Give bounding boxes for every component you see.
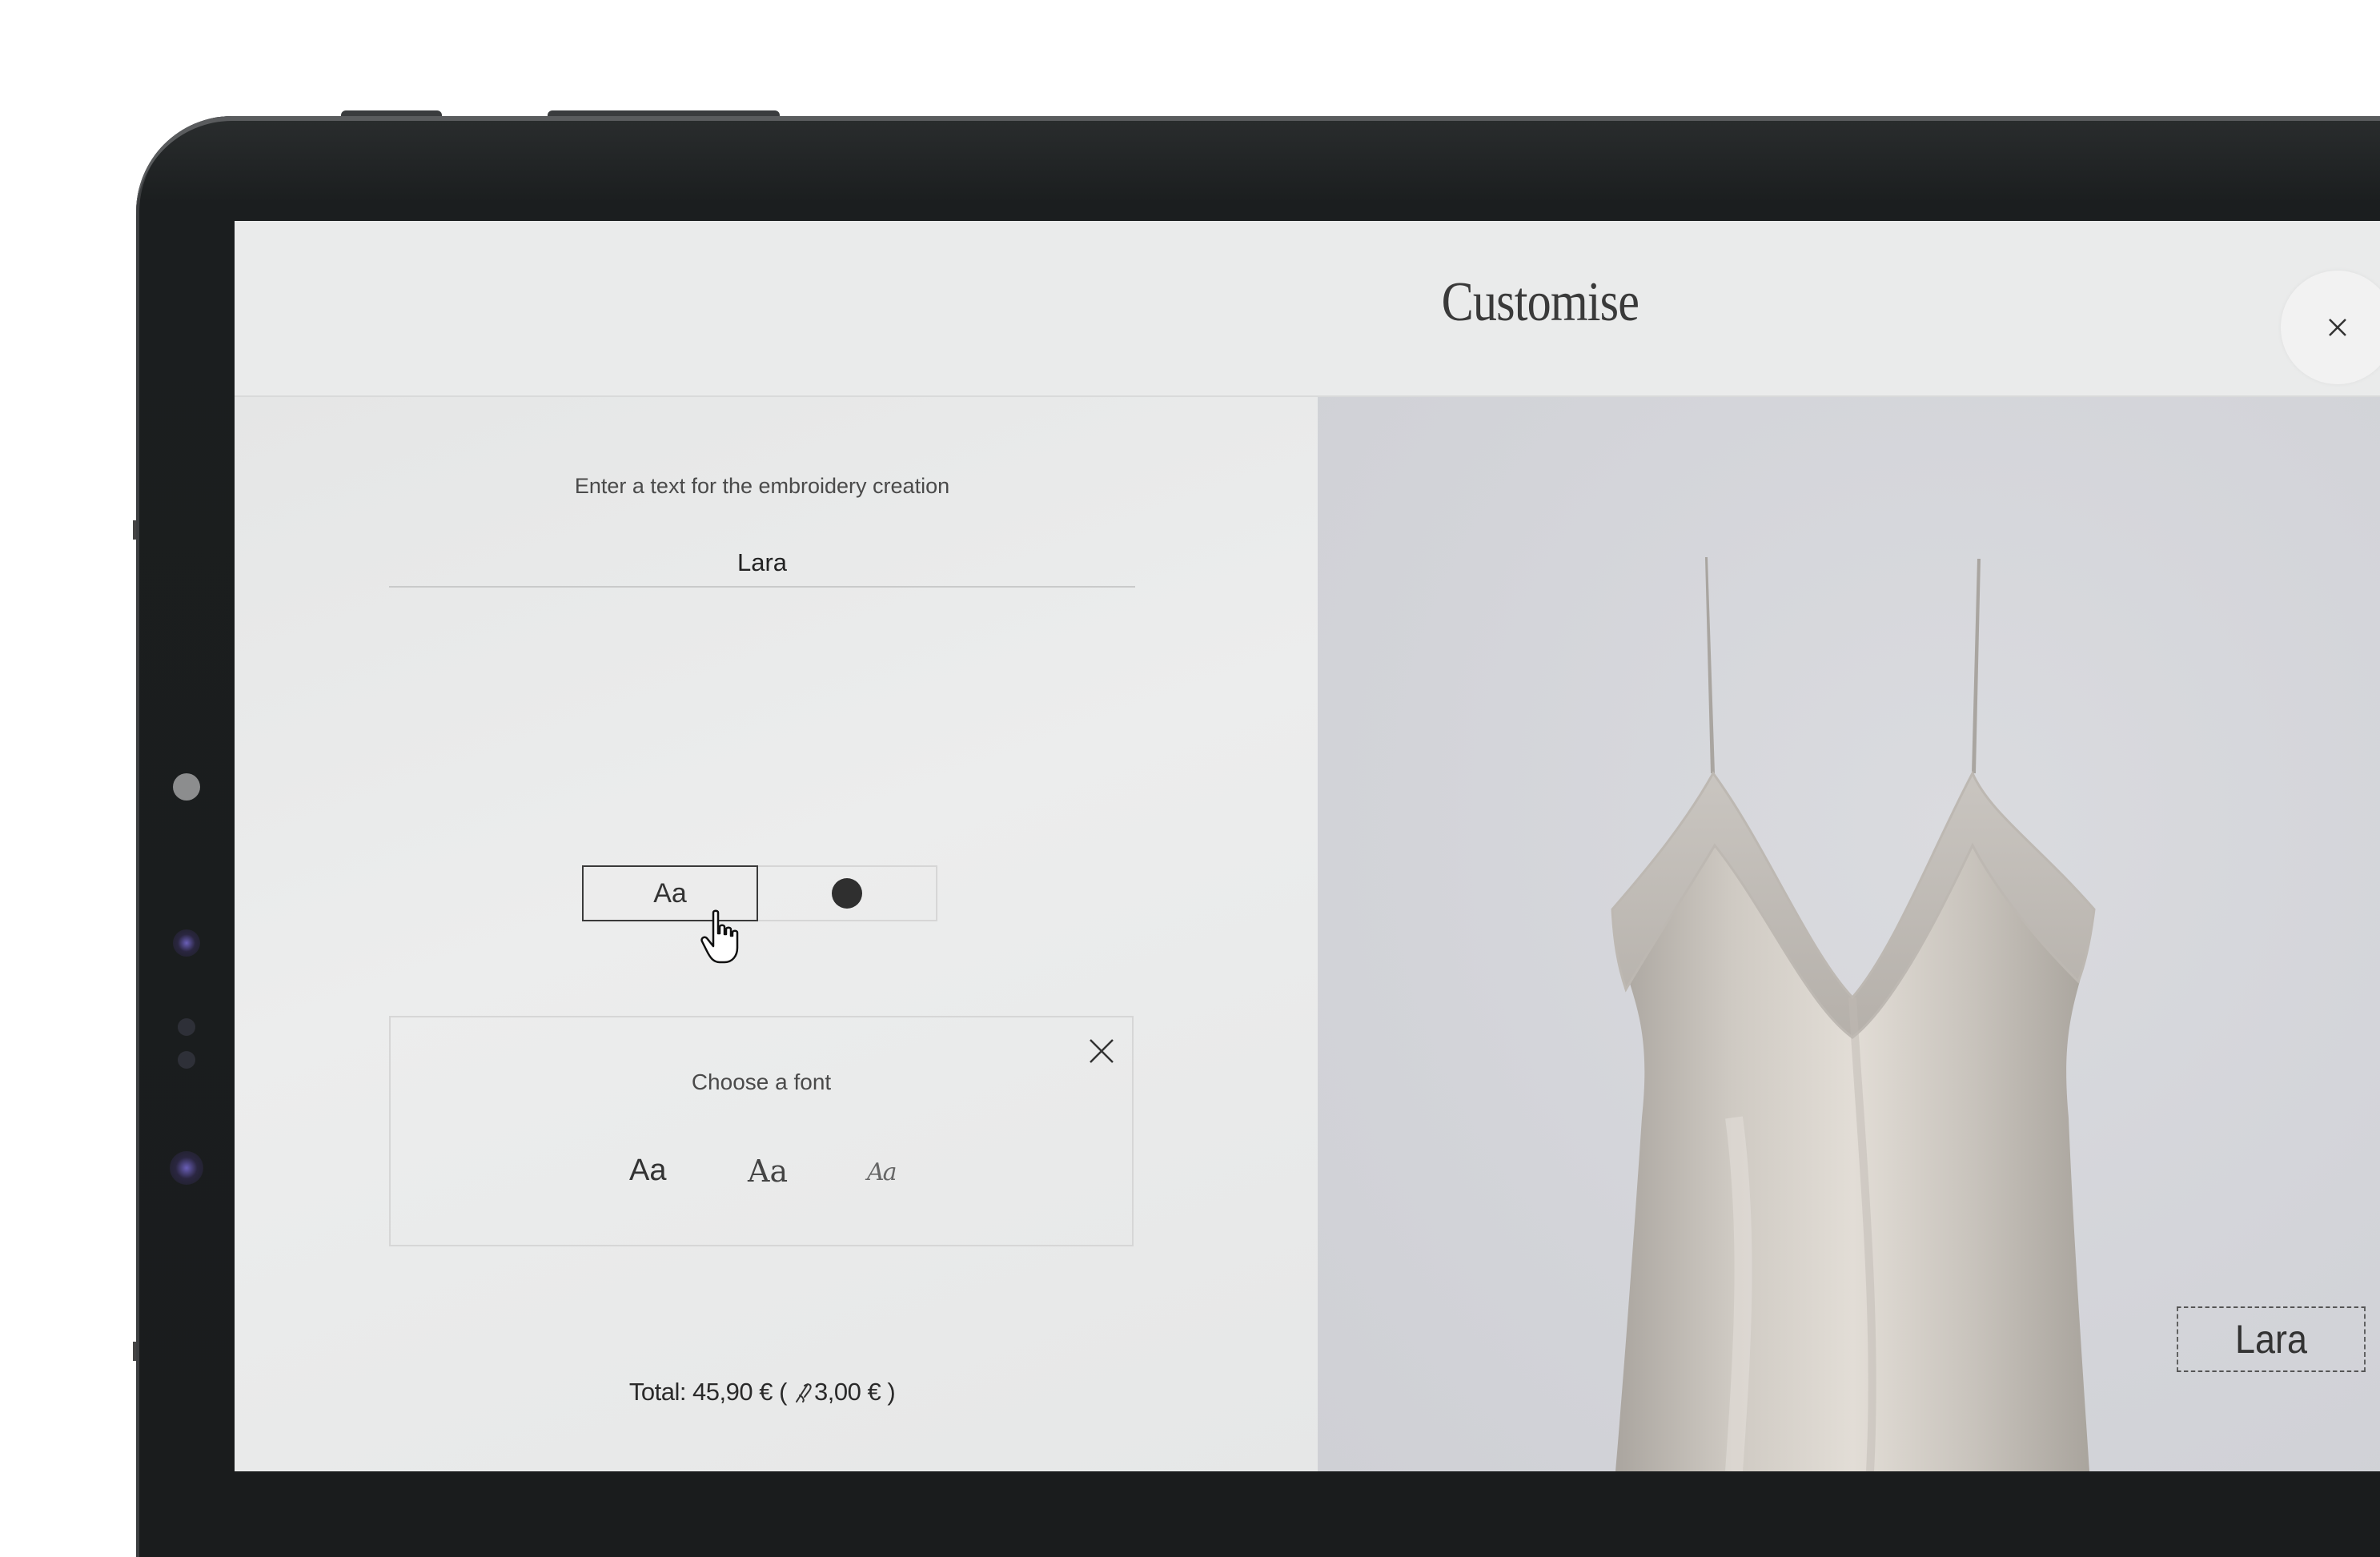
tablet-sensor-icon [170,1151,203,1185]
needle-icon [796,1383,812,1403]
close-icon[interactable] [1087,1037,1116,1065]
tablet-sensor-icon [173,929,200,957]
tablet-sensor-icon [178,1018,195,1036]
extra-price: 3,00 € ) [814,1378,896,1406]
close-icon [2329,319,2346,336]
tablet-camera-icon [173,773,200,801]
embroidery-text-input[interactable] [389,540,1135,588]
thread-color-swatch [832,878,862,909]
embroidery-preview-text[interactable]: Lara [2177,1306,2366,1372]
total-label: Total: 45,90 € ( [628,1378,794,1406]
app-screen: Customise Enter a text for the embroider… [235,221,2380,1471]
font-option-sans[interactable]: Aa [629,1154,666,1188]
hand-cursor-icon [700,909,739,964]
font-panel-title: Choose a font [691,1069,832,1094]
page-title: Customise [1441,271,1640,333]
tablet-sensor-icon [178,1051,195,1069]
font-chooser-panel: Choose a font Aa Aa Aa [389,1016,1134,1246]
modal-header: Customise [235,221,2380,397]
font-option-serif[interactable]: Aa [748,1154,788,1189]
total-price: Total: 45,90 € ( 3,00 € ) [235,1378,1290,1407]
customisation-panel: Enter a text for the embroidery creation… [235,397,1318,1471]
color-tab-button[interactable] [758,865,937,921]
font-option-script[interactable]: Aa [867,1158,897,1186]
close-button[interactable] [2281,271,2380,384]
product-preview: Lara [1318,397,2380,1471]
embroidery-prompt: Enter a text for the embroidery creation [574,474,950,498]
option-toggle: Aa [582,865,942,921]
